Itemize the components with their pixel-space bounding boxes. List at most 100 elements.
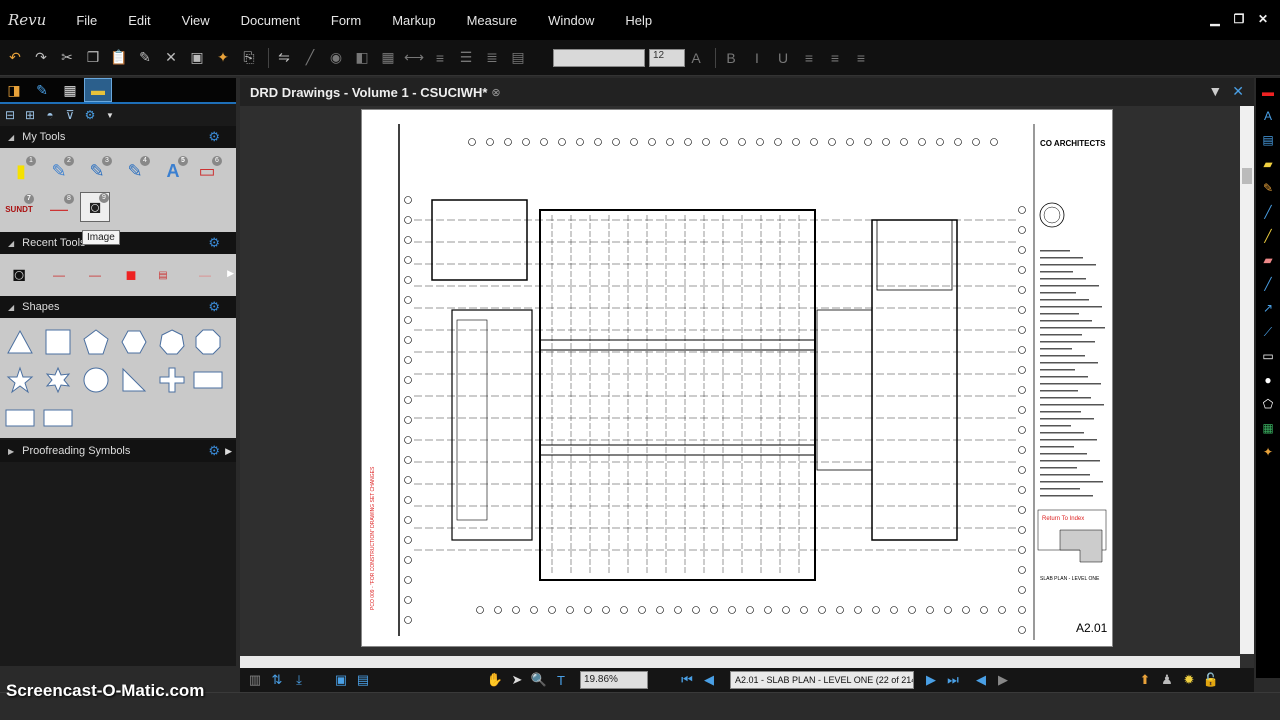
menu-edit[interactable]: Edit — [128, 13, 150, 28]
user-icon[interactable]: ♟ — [1158, 671, 1176, 689]
close-icon[interactable]: ✕ — [1256, 12, 1270, 26]
collapse-all-icon[interactable]: ⊟ — [2, 107, 18, 123]
snapshot-icon[interactable]: ▣ — [186, 47, 208, 69]
eraser-icon[interactable]: ▰ — [1258, 250, 1278, 270]
fill-color-icon[interactable]: ◉ — [325, 47, 347, 69]
cross-shape-icon[interactable] — [158, 366, 186, 394]
text-color-icon[interactable]: A — [685, 47, 707, 69]
color-swatch-icon[interactable]: ■ — [116, 260, 146, 290]
polyline-icon[interactable]: ⟋ — [1258, 322, 1278, 342]
first-page-icon[interactable]: ⏮ — [678, 671, 696, 689]
horizontal-scrollbar[interactable] — [240, 656, 1240, 668]
single-page-icon[interactable]: ▣ — [332, 671, 350, 689]
tab-list-icon[interactable]: ▼ — [1208, 83, 1222, 100]
ellipse-icon[interactable]: ● — [1258, 370, 1278, 390]
section-shapes[interactable]: ◢ Shapes ⚙ — [0, 296, 236, 318]
wide-rectangle-shape-icon[interactable] — [192, 366, 224, 394]
hexagon-shape-icon[interactable] — [120, 328, 148, 356]
menu-measure[interactable]: Measure — [467, 13, 518, 28]
close-icon[interactable]: ✕ — [1232, 83, 1244, 100]
align-right-icon[interactable]: ≡ — [850, 47, 872, 69]
gear-icon[interactable]: ⚙ — [208, 299, 220, 315]
paste-icon[interactable]: 📋 — [108, 47, 130, 69]
menu-window[interactable]: Window — [548, 13, 594, 28]
menu-file[interactable]: File — [76, 13, 97, 28]
pen-tool-icon[interactable]: ✎ 4 — [120, 156, 150, 186]
flip-icon[interactable]: ⇋ — [273, 47, 295, 69]
section-proofreading-symbols[interactable]: ▶ Proofreading Symbols ⚙ ▶ — [0, 440, 236, 462]
filter-icon[interactable]: ⊽ — [62, 107, 78, 123]
format-painter-icon[interactable]: ✎ — [134, 47, 156, 69]
page-navigation-field[interactable]: A2.01 - SLAB PLAN - LEVEL ONE (22 of 214… — [730, 671, 914, 689]
minimize-icon[interactable]: ▁ — [1208, 12, 1222, 26]
italic-icon[interactable]: I — [746, 47, 768, 69]
download-icon[interactable]: ⤓ — [290, 671, 308, 689]
split-view-icon[interactable]: ▥ — [246, 671, 264, 689]
lightbulb-icon[interactable]: ✹ — [1180, 671, 1198, 689]
pentagon-shape-icon[interactable] — [82, 328, 110, 356]
right-triangle-shape-icon[interactable] — [120, 366, 148, 394]
continuous-icon[interactable]: ▤ — [354, 671, 372, 689]
highlighter-icon[interactable]: ╱ — [1258, 202, 1278, 222]
pan-hand-icon[interactable]: ✋ — [486, 671, 504, 689]
tab-layers-icon[interactable]: ▦ — [56, 78, 84, 102]
document-tab-title[interactable]: DRD Drawings - Volume 1 - CSUCIWH* — [250, 85, 487, 100]
line-tool-icon[interactable]: — — [44, 260, 74, 290]
camera-image-tool-icon[interactable]: ◙ 9 — [80, 192, 110, 222]
menu-help[interactable]: Help — [625, 13, 652, 28]
scroll-right-icon[interactable]: ▶ — [227, 268, 234, 279]
collapse-arrow-icon[interactable]: ◢ — [8, 239, 14, 248]
add-tool-icon[interactable]: ◓ — [42, 107, 58, 123]
line-weight-icon[interactable]: ☰ — [455, 47, 477, 69]
underline-icon[interactable]: U — [772, 47, 794, 69]
collapse-arrow-icon[interactable]: ◢ — [8, 133, 14, 142]
zoom-icon[interactable]: 🔍 — [530, 671, 548, 689]
restore-icon[interactable]: ❐ — [1232, 12, 1246, 26]
image-icon[interactable]: ▦ — [1258, 418, 1278, 438]
expand-arrow-icon[interactable]: ▶ — [8, 447, 14, 456]
menu-view[interactable]: View — [182, 13, 210, 28]
next-page-icon[interactable]: ▶ — [922, 671, 940, 689]
sundt-logo-tool[interactable]: SUNDT 7 — [4, 194, 34, 224]
tab-tool-chest-icon[interactable]: ▬ — [84, 78, 112, 102]
highlight-tool-icon[interactable]: ▮ 1 — [6, 156, 36, 186]
line-icon[interactable]: ╱ — [1258, 274, 1278, 294]
triangle-shape-icon[interactable] — [6, 328, 34, 356]
text-box-tool-icon[interactable]: A5 — [158, 156, 188, 186]
hatch-icon[interactable]: ▦ — [377, 47, 399, 69]
return-to-index-link[interactable]: Return To Index — [1042, 516, 1084, 522]
last-page-icon[interactable]: ⏭ — [944, 671, 962, 689]
stamp-icon[interactable]: ✦ — [1258, 442, 1278, 462]
vertical-scrollbar[interactable] — [1240, 106, 1254, 654]
scrollbar-thumb[interactable] — [1242, 168, 1252, 184]
copy-icon[interactable]: ❐ — [82, 47, 104, 69]
line-tool-icon[interactable]: — — [80, 260, 110, 290]
rectangle-shape-icon[interactable] — [44, 328, 72, 356]
section-my-tools[interactable]: ◢ My Tools ⚙ — [0, 126, 236, 148]
markup-list-icon[interactable]: ▬ — [1258, 82, 1278, 102]
line-color-icon[interactable]: ╱ — [299, 47, 321, 69]
lock-icon[interactable]: 🔓 — [1202, 671, 1220, 689]
previous-page-icon[interactable]: ◀ — [700, 671, 718, 689]
pen-icon[interactable]: ✎ — [1258, 178, 1278, 198]
tab-properties-icon[interactable]: ✎ — [28, 78, 56, 102]
align-center-icon[interactable]: ≡ — [824, 47, 846, 69]
cut-icon[interactable]: ✂ — [56, 47, 78, 69]
select-arrow-icon[interactable]: ➤ — [508, 671, 526, 689]
gear-icon[interactable]: ⚙ — [208, 443, 220, 459]
polygon-icon[interactable]: ⬠ — [1258, 394, 1278, 414]
heptagon-shape-icon[interactable] — [158, 328, 186, 356]
collapse-arrow-icon[interactable]: ◢ — [8, 303, 14, 312]
zoom-input[interactable]: 19.86% — [580, 671, 648, 689]
octagon-shape-icon[interactable] — [194, 328, 222, 356]
delete-icon[interactable]: ✕ — [160, 47, 182, 69]
line-dash-icon[interactable]: ≣ — [481, 47, 503, 69]
pen-tool-icon[interactable]: ✎ 2 — [44, 156, 74, 186]
expand-all-icon[interactable]: ⊞ — [22, 107, 38, 123]
menu-markup[interactable]: Markup — [392, 13, 435, 28]
line-style-icon[interactable]: ⟷ — [403, 47, 425, 69]
circle-shape-icon[interactable] — [82, 366, 110, 394]
gear-icon[interactable]: ⚙ — [208, 235, 220, 251]
scroll-right-icon[interactable]: ▶ — [225, 446, 232, 457]
pen-tool-icon[interactable]: ✎ 3 — [82, 156, 112, 186]
